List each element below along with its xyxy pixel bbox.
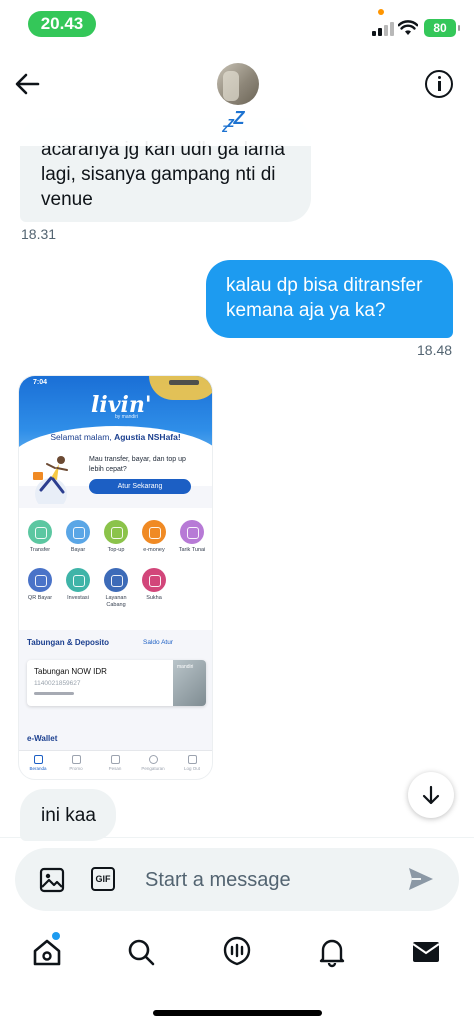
investasi-icon xyxy=(66,568,90,592)
account-number: 1140021859627 xyxy=(34,680,81,687)
masked-balance xyxy=(34,692,74,695)
message-input[interactable] xyxy=(145,861,395,899)
gif-icon[interactable]: GIF xyxy=(91,867,115,891)
promo-text: Mau transfer, bayar, dan top up lebih ce… xyxy=(89,456,186,473)
back-arrow-icon[interactable] xyxy=(12,68,44,100)
running-person-illustration xyxy=(33,456,68,504)
sleep-z-large: Z xyxy=(233,108,245,128)
composer-divider xyxy=(0,837,474,838)
account-name: Tabungan NOW IDR xyxy=(34,667,107,676)
livin-logo-sub: by mandiri xyxy=(115,414,139,420)
message-timestamp: 18.48 xyxy=(417,342,453,358)
wifi-icon xyxy=(398,20,418,35)
app-bottom-nav: Beranda Promo Pesan Pengaturan Log Out xyxy=(19,750,212,779)
menu-label: Tarik Tunai xyxy=(178,547,206,553)
outgoing-message-bubble[interactable]: kalau dp bisa ditransfer kemana aja ya k… xyxy=(206,260,453,338)
emoney-icon xyxy=(142,520,166,544)
greeting-name: Agustia NSHafa! xyxy=(114,432,181,442)
image-attachment[interactable]: 7:04 livin' by mandiri Selamat malam, Ag… xyxy=(19,376,212,779)
settings-icon xyxy=(148,755,158,764)
account-card: Tabungan NOW IDR 1140021859627 mandiri xyxy=(27,660,206,706)
nav-label: Pengaturan xyxy=(141,766,165,771)
card-brand: mandiri xyxy=(177,664,194,670)
menu-label: e-money xyxy=(143,547,165,553)
message-timestamp: 18.31 xyxy=(21,226,57,242)
menu-label: Bayar xyxy=(70,547,86,553)
tarik-tunai-icon xyxy=(180,520,204,544)
message-text: acaranya jg kan udh ga lama lagi, sisany… xyxy=(41,139,285,210)
spaces-icon[interactable] xyxy=(221,936,253,968)
nav-pesan: Pesan xyxy=(96,755,134,771)
nav-label: Beranda xyxy=(29,766,47,771)
home-notification-dot xyxy=(52,932,60,940)
layanan-cabang-icon xyxy=(104,568,128,592)
privacy-indicator-dot xyxy=(378,9,384,15)
nav-label: Log Out xyxy=(183,766,200,771)
menu-transfer: Transfer xyxy=(27,520,53,554)
menu-investasi: Investasi xyxy=(65,568,91,602)
bottom-tab-bar xyxy=(0,922,474,982)
greeting-prefix: Selamat malam, xyxy=(50,432,115,442)
status-bar: 20.43 80 xyxy=(0,0,474,48)
message-composer: GIF xyxy=(15,848,459,911)
nav-label: Pesan xyxy=(108,766,122,771)
status-time: 20.43 xyxy=(28,11,96,37)
contact-avatar[interactable] xyxy=(217,63,259,105)
sleep-z-medium: z xyxy=(227,114,234,131)
menu-grid: Transfer Bayar Top-up e-money Tarik Tuna… xyxy=(19,508,212,630)
topup-icon xyxy=(104,520,128,544)
sleep-zzz-icon: zzZ xyxy=(222,108,245,135)
ewallet-title: e-Wallet xyxy=(27,734,58,743)
nav-pengaturan: Pengaturan xyxy=(134,755,172,771)
menu-bayar: Bayar xyxy=(65,520,91,554)
logout-icon xyxy=(187,755,197,764)
atur-sekarang-button: Atur Sekarang xyxy=(89,479,191,494)
incoming-message-bubble[interactable]: ini kaa xyxy=(20,789,116,841)
scroll-to-bottom-button[interactable] xyxy=(408,772,454,818)
menu-sukha: Sukha xyxy=(141,568,167,602)
conversation-info-icon[interactable] xyxy=(425,70,453,98)
promo-icon xyxy=(71,755,81,764)
nav-label: Promo xyxy=(69,766,83,771)
search-icon[interactable] xyxy=(125,936,157,968)
bayar-icon xyxy=(66,520,90,544)
tabungan-deposito-title: Tabungan & Deposito xyxy=(27,638,110,647)
nav-logout: Log Out xyxy=(173,755,211,771)
saldo-atur-actions: Saldo Atur xyxy=(143,639,173,646)
transfer-icon xyxy=(28,520,52,544)
menu-label: QR Bayar xyxy=(27,595,53,601)
menu-label: Layanan Cabang xyxy=(105,595,127,608)
cellular-signal-icon xyxy=(372,22,394,36)
greeting-text: Selamat malam, Agustia NSHafa! xyxy=(19,432,212,442)
menu-topup: Top-up xyxy=(103,520,129,554)
menu-label: Investasi xyxy=(67,595,89,601)
menu-layanan-cabang: Layanan Cabang xyxy=(103,568,129,608)
home-icon xyxy=(33,755,43,764)
arrow-down-icon xyxy=(422,785,440,805)
mail-icon xyxy=(110,755,120,764)
menu-emoney: e-money xyxy=(141,520,167,554)
menu-tarik-tunai: Tarik Tunai xyxy=(179,520,205,554)
menu-qr-bayar: QR Bayar xyxy=(27,568,53,602)
send-icon[interactable] xyxy=(407,866,435,892)
attachment-status-icons xyxy=(169,380,199,385)
menu-label: Sukha xyxy=(146,595,162,601)
home-indicator xyxy=(153,1010,322,1016)
qr-bayar-icon xyxy=(28,568,52,592)
nav-beranda: Beranda xyxy=(19,755,57,771)
nav-promo: Promo xyxy=(57,755,95,771)
battery-indicator: 80 xyxy=(424,19,460,37)
attachment-status-time: 7:04 xyxy=(33,379,48,386)
conversation-header: zzZ xyxy=(0,48,474,146)
messages-envelope-icon[interactable] xyxy=(410,936,442,968)
home-icon[interactable] xyxy=(31,936,63,968)
menu-label: Transfer xyxy=(29,547,51,553)
sukha-icon xyxy=(142,568,166,592)
notifications-bell-icon[interactable] xyxy=(316,936,348,968)
image-icon[interactable] xyxy=(39,867,65,893)
menu-label: Top-up xyxy=(107,547,125,553)
